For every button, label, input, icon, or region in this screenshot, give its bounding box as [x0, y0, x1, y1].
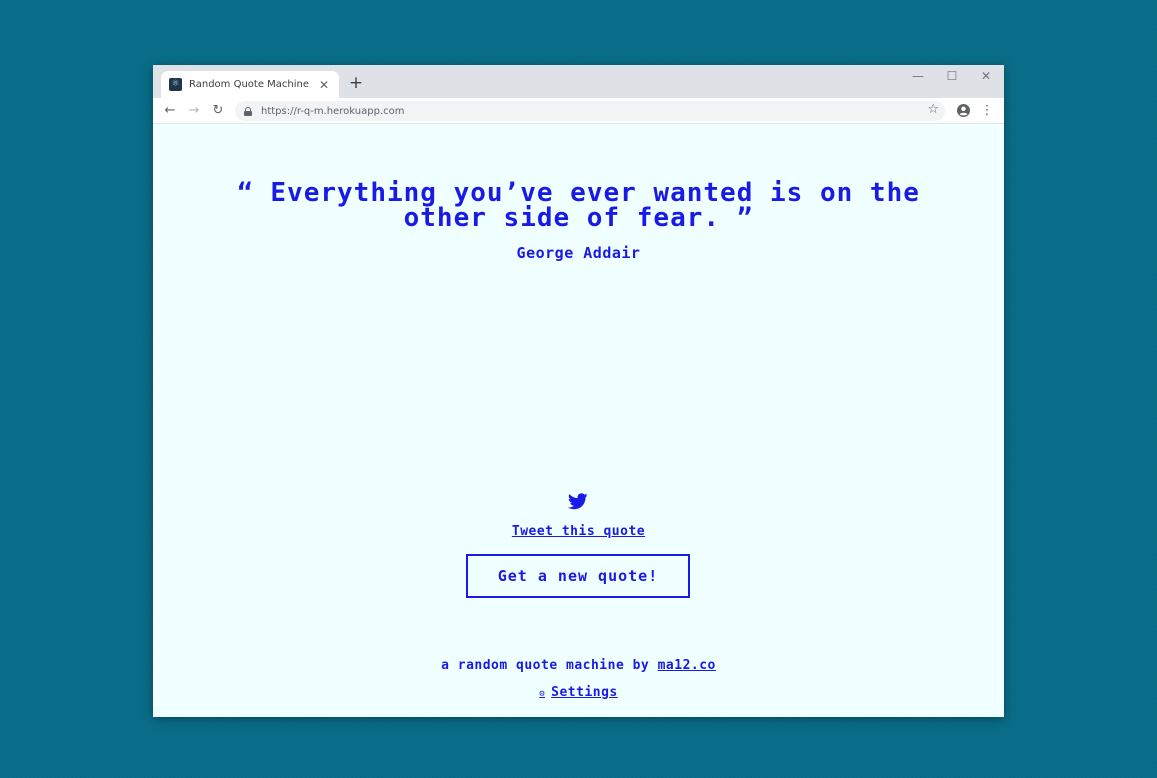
forward-icon[interactable]: → [185, 102, 203, 120]
browser-window: ⚛ Random Quote Machine ✕ + — ☐ ✕ ← → ↻ h… [153, 65, 1004, 717]
reload-icon[interactable]: ↻ [209, 102, 227, 120]
lock-icon [244, 106, 252, 116]
url-text: https://r-q-m.herokuapp.com [261, 105, 405, 117]
tab-close-icon[interactable]: ✕ [317, 78, 331, 92]
twitter-icon[interactable] [568, 493, 588, 510]
tab-title: Random Quote Machine [189, 79, 310, 90]
back-icon[interactable]: ← [161, 102, 179, 120]
quote-text: “ Everything you’ve ever wanted is on th… [237, 178, 920, 233]
window-close-icon[interactable]: ✕ [976, 69, 996, 83]
new-tab-button[interactable]: + [347, 74, 365, 92]
address-bar[interactable]: https://r-q-m.herokuapp.com ☆ [235, 101, 945, 121]
menu-icon[interactable]: ⋮ [978, 102, 996, 120]
footer-text: a random quote machine by [441, 658, 658, 673]
settings-link[interactable]: ⚙ Settings [539, 685, 618, 700]
minimize-icon[interactable]: — [908, 69, 928, 83]
react-favicon-icon: ⚛ [169, 78, 182, 91]
gear-icon: ⚙ [539, 689, 546, 699]
footer-credit: a random quote machine by ma12.co [153, 658, 1004, 673]
browser-tab[interactable]: ⚛ Random Quote Machine ✕ [161, 71, 339, 98]
profile-icon[interactable] [954, 102, 972, 120]
page-content: “ Everything you’ve ever wanted is on th… [153, 124, 1004, 717]
new-quote-button[interactable]: Get a new quote! [466, 554, 690, 598]
quote-author: George Addair [516, 244, 641, 262]
settings-row: ⚙ Settings [153, 685, 1004, 700]
author-site-link[interactable]: ma12.co [658, 658, 716, 673]
tweet-quote-link[interactable]: Tweet this quote [153, 524, 1004, 539]
settings-label: Settings [551, 685, 618, 700]
tab-strip: ⚛ Random Quote Machine ✕ + — ☐ ✕ [153, 65, 1004, 98]
bookmark-star-icon[interactable]: ☆ [927, 102, 939, 117]
maximize-icon[interactable]: ☐ [942, 69, 962, 83]
browser-toolbar: ← → ↻ https://r-q-m.herokuapp.com ☆ ⋮ [153, 98, 1004, 124]
